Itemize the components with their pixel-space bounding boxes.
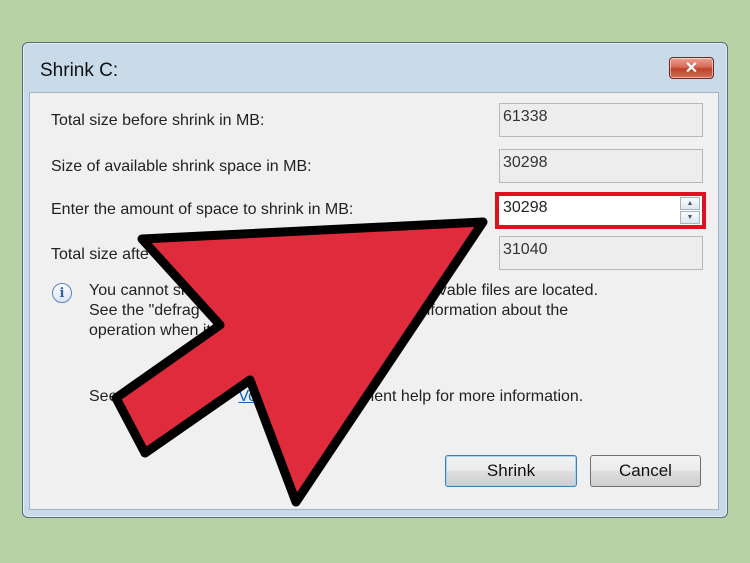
shrink-amount-label: Enter the amount of space to shrink in M… [51,201,354,218]
dialog-title: Shrink C: [40,60,119,81]
available-space-label: Size of available shrink space in MB: [51,158,312,175]
spin-up-icon: ▲ [686,200,694,207]
help-suffix: anagement help for more information. [316,388,584,405]
help-text: See Volu anagement help for more informa… [89,388,689,406]
spin-down-button[interactable]: ▼ [680,211,700,224]
dialog-client-area: Total size before shrink in MB: 61338 Si… [29,92,719,510]
spin-up-button[interactable]: ▲ [680,197,700,210]
title-bar[interactable]: Shrink C: [23,43,727,93]
shrink-amount-input[interactable]: 30298 [499,196,676,225]
help-link[interactable]: Volu [238,388,269,405]
info-icon: i [52,283,72,303]
shrink-amount-spinner: ▲ ▼ [680,197,700,224]
info-message: You cannot shri here any unmovable files… [89,281,709,341]
info-line-1: You cannot shri here any unmovable files… [89,282,599,299]
info-line-3: operation when it h [89,322,225,339]
total-after-value: 31040 [499,236,703,270]
info-line-2: See the "defrag" e or detailed informati… [89,302,569,319]
cancel-button[interactable]: Cancel [590,455,701,487]
spin-down-icon: ▼ [686,214,694,221]
help-prefix: See [89,388,118,405]
total-before-value: 61338 [499,103,703,137]
available-space-value: 30298 [499,149,703,183]
shrink-amount-highlight: 30298 ▲ ▼ [495,192,706,229]
close-icon: ✕ [684,60,699,77]
total-before-label: Total size before shrink in MB: [51,112,265,129]
close-button[interactable]: ✕ [669,57,714,79]
total-after-label: Total size afte [51,246,149,263]
shrink-button[interactable]: Shrink [445,455,577,487]
